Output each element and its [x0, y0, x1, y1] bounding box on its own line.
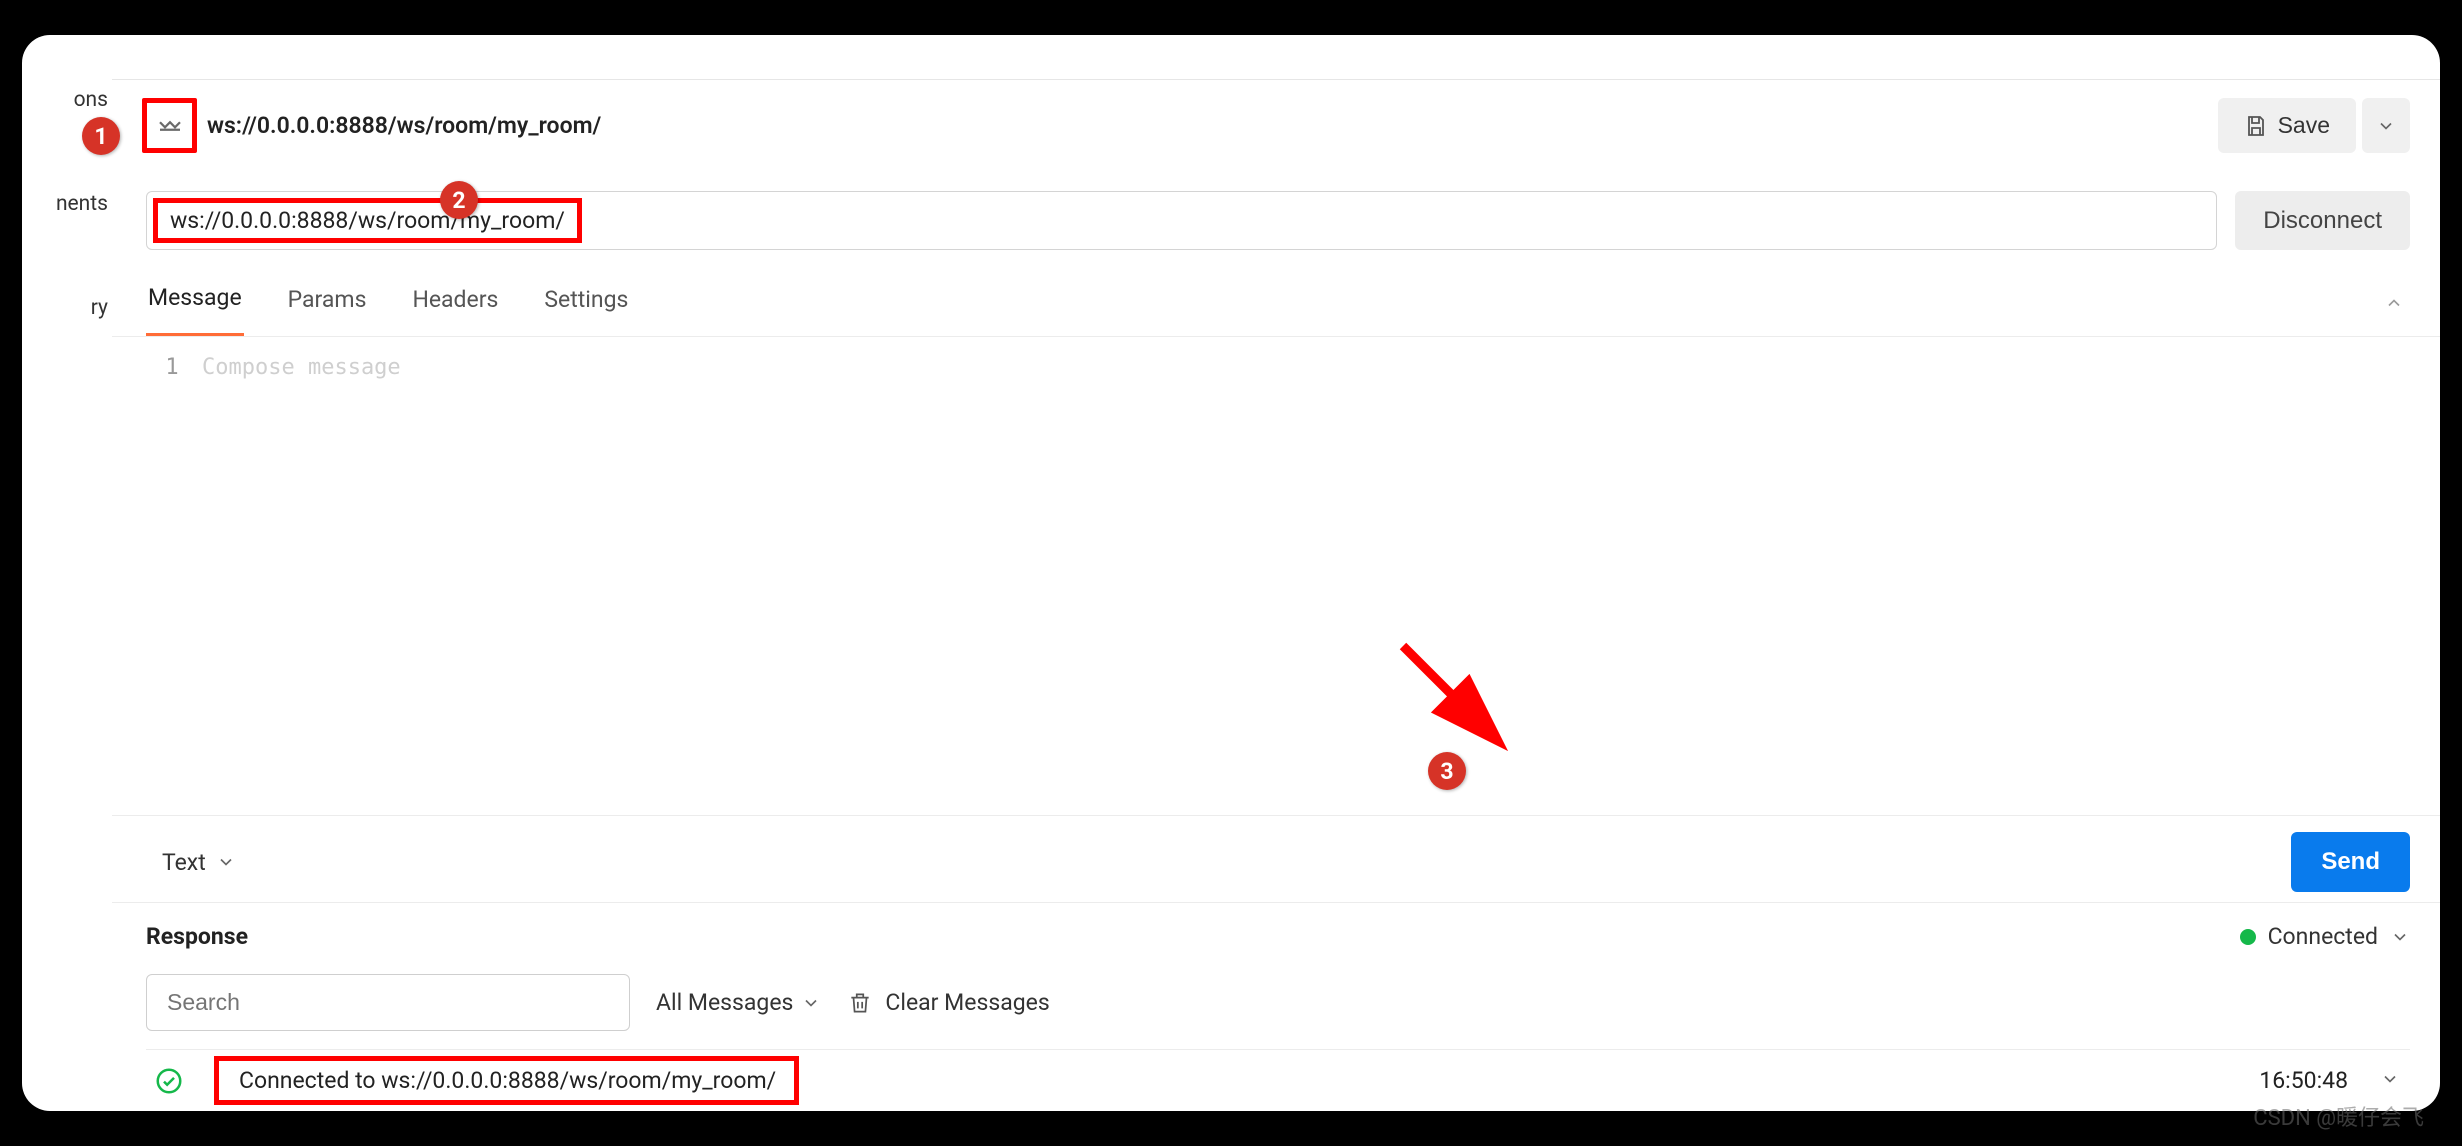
chevron-down-icon	[2390, 927, 2410, 947]
trash-icon	[847, 990, 873, 1016]
app-window: ons nents ry ws://0.0.0.0:8888/ws/room/m…	[22, 35, 2440, 1111]
collapse-panel-button[interactable]	[2384, 292, 2410, 319]
tab-headers[interactable]: Headers	[410, 276, 500, 335]
chevron-down-icon	[2380, 1069, 2400, 1089]
tabs-row: Message Params Headers Settings	[112, 264, 2440, 337]
response-toolbar: All Messages Clear Messages	[146, 956, 2410, 1049]
response-section: Response Connected All Messages Clear Me…	[112, 902, 2440, 1111]
response-header: Response Connected	[146, 923, 2410, 956]
message-status-icon-cell	[146, 1066, 192, 1096]
tab-message[interactable]: Message	[146, 274, 244, 336]
chevron-down-icon	[216, 852, 236, 872]
expand-message-button[interactable]	[2370, 1069, 2410, 1093]
message-text: Connected to ws://0.0.0.0:8888/ws/room/m…	[239, 1067, 776, 1094]
message-row[interactable]: Connected to ws://0.0.0.0:8888/ws/room/m…	[146, 1049, 2410, 1111]
annotation-box-message: Connected to ws://0.0.0.0:8888/ws/room/m…	[214, 1056, 799, 1105]
save-icon	[2244, 114, 2268, 138]
tab-settings[interactable]: Settings	[542, 276, 630, 335]
filter-dropdown[interactable]: All Messages	[656, 989, 821, 1016]
tab-strip-area	[112, 35, 2440, 80]
compose-footer: Text Send	[112, 815, 2440, 902]
annotation-bubble-1: 1	[82, 117, 120, 155]
status-dot-icon	[2240, 929, 2256, 945]
response-title: Response	[146, 923, 248, 950]
websocket-icon	[155, 111, 185, 141]
format-label: Text	[162, 849, 206, 876]
annotation-bubble-2: 2	[440, 181, 478, 219]
title-row: ws://0.0.0.0:8888/ws/room/my_room/ Save	[112, 80, 2440, 167]
tab-params[interactable]: Params	[286, 276, 369, 335]
sidebar-item[interactable]: nents	[22, 184, 112, 224]
sidebar-item[interactable]: ons	[22, 80, 112, 120]
save-more-button[interactable]	[2362, 98, 2410, 153]
disconnect-button[interactable]: Disconnect	[2235, 191, 2410, 250]
clear-label: Clear Messages	[885, 989, 1049, 1016]
format-dropdown[interactable]: Text	[162, 849, 236, 876]
send-button[interactable]: Send	[2291, 832, 2410, 892]
search-input[interactable]	[146, 974, 630, 1031]
message-time: 16:50:48	[2259, 1067, 2348, 1094]
chevron-up-icon	[2384, 293, 2404, 313]
connection-status[interactable]: Connected	[2240, 923, 2410, 950]
clear-messages-button[interactable]: Clear Messages	[847, 989, 1049, 1016]
annotation-box-url: ws://0.0.0.0:8888/ws/room/my_room/	[153, 198, 582, 243]
check-circle-icon	[154, 1066, 184, 1096]
filter-label: All Messages	[656, 989, 793, 1016]
chevron-down-icon	[801, 993, 821, 1013]
save-label: Save	[2278, 112, 2330, 139]
annotation-box-icon	[142, 98, 197, 153]
annotation-bubble-3: 3	[1428, 752, 1466, 790]
line-number: 1	[142, 355, 202, 815]
compose-editor[interactable]: 1 Compose message	[112, 337, 2440, 815]
save-button[interactable]: Save	[2218, 98, 2356, 153]
compose-placeholder: Compose message	[202, 355, 401, 815]
sidebar-item[interactable]: ry	[22, 288, 112, 328]
chevron-down-icon	[2376, 116, 2396, 136]
save-group: Save	[2218, 98, 2410, 153]
status-label: Connected	[2268, 923, 2378, 950]
request-title: ws://0.0.0.0:8888/ws/room/my_room/	[207, 112, 601, 139]
